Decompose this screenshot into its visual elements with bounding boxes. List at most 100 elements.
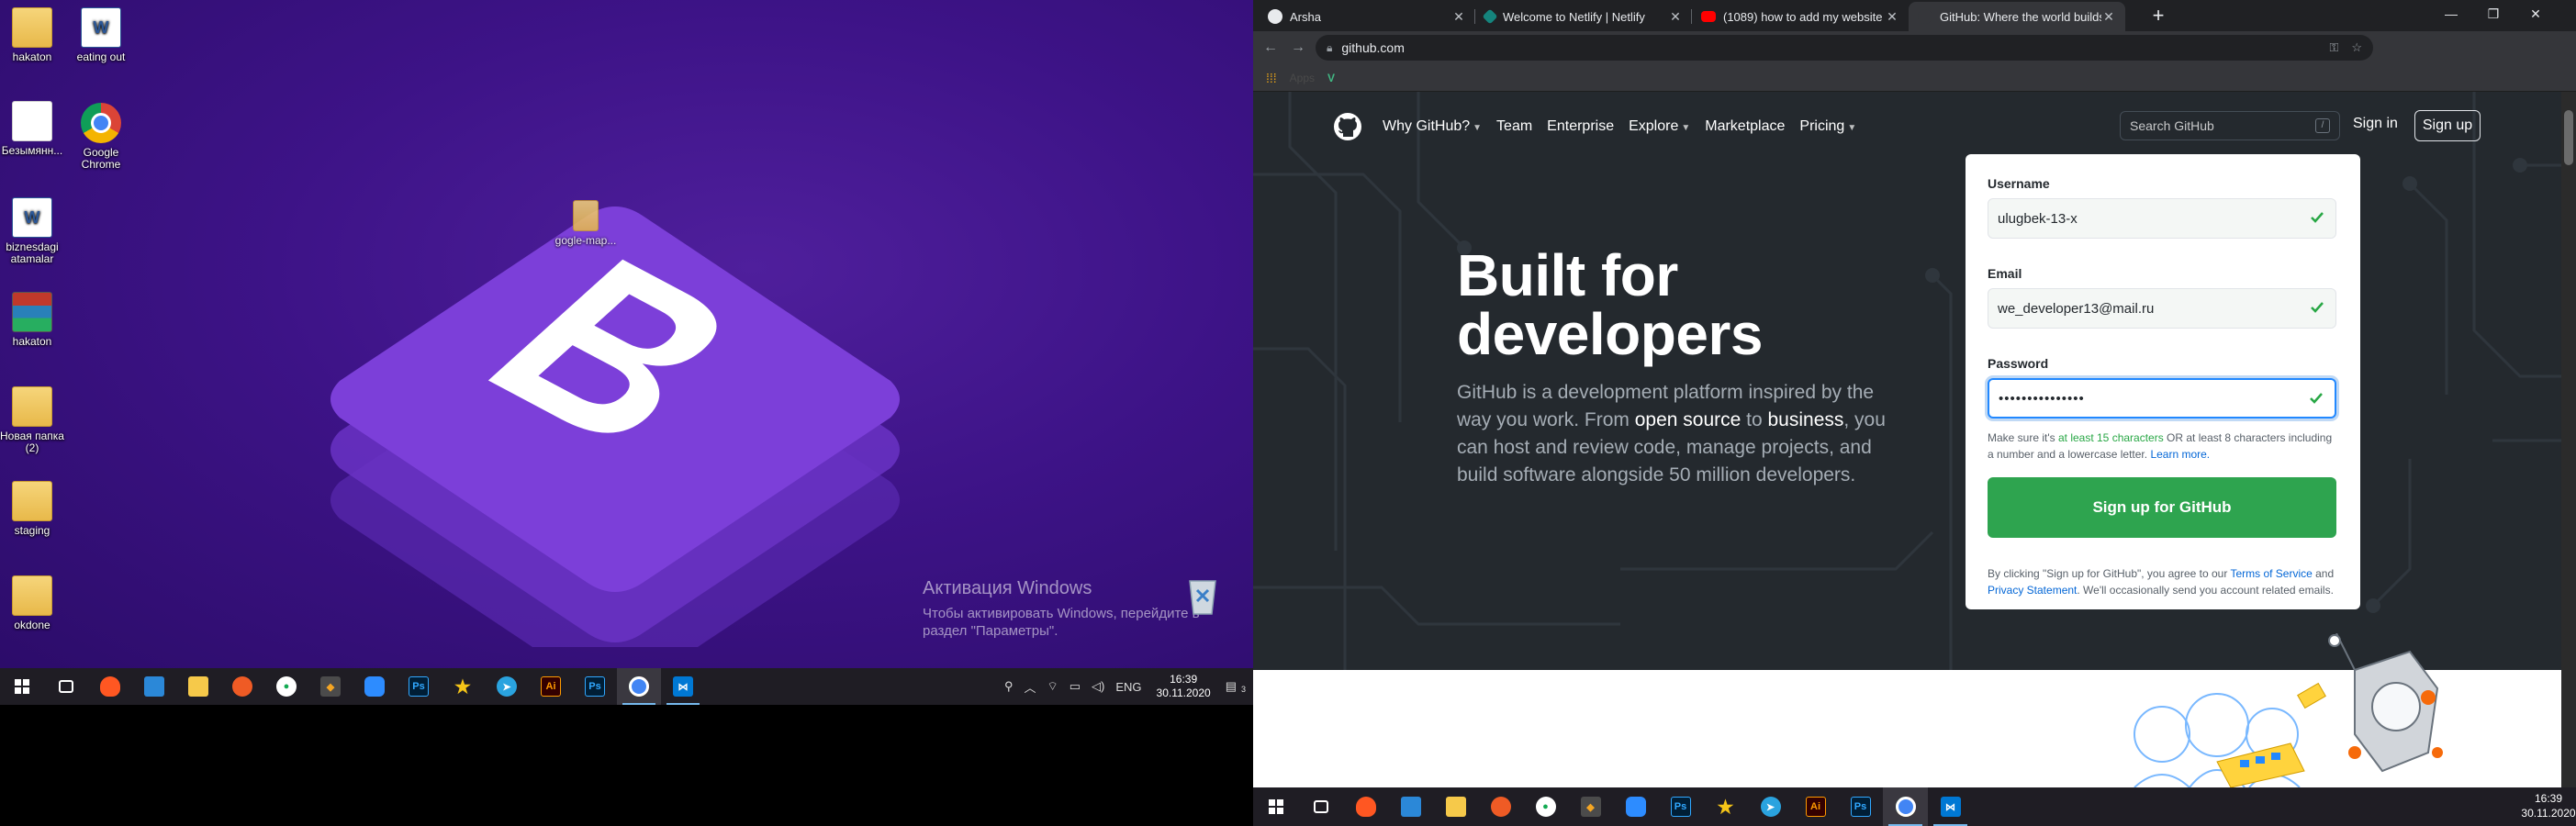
taskbar-app-postman[interactable] [1478, 787, 1523, 826]
telegram-icon: ➤ [1760, 797, 1781, 817]
taskbar-app-illustrator[interactable]: Ai [1793, 787, 1838, 826]
vue-bookmark-icon[interactable]: V [1327, 72, 1335, 84]
sign-in-link[interactable]: Sign in [2353, 116, 2398, 132]
taskbar-app-telegram[interactable]: ➤ [485, 668, 529, 705]
learn-more-link[interactable]: Learn more. [2150, 448, 2210, 461]
taskbar-app-explorer[interactable] [1433, 787, 1478, 826]
desktop-icon-hakaton-folder[interactable]: hakaton [0, 7, 67, 63]
battery-icon[interactable]: ▭ [1064, 679, 1086, 694]
dragged-desktop-icon[interactable]: gogle-map... [549, 200, 622, 247]
taskbar-app-chrome[interactable] [1883, 787, 1928, 826]
language-indicator[interactable]: ENG [1110, 680, 1147, 694]
key-icon[interactable]: ⚿ [2329, 40, 2338, 55]
taskbar-app-chrome[interactable] [617, 668, 661, 705]
bookmark-apps[interactable]: Apps [1290, 72, 1315, 84]
taskbar-app-mongodb[interactable]: ● [1523, 787, 1568, 826]
browser-tab-active[interactable]: GitHub: Where the world builds s ✕ [1909, 2, 2125, 31]
folder-icon [12, 7, 52, 48]
taskbar-app-installer[interactable] [132, 668, 176, 705]
hint-text: Make sure it's [1988, 431, 2058, 444]
nav-why-github[interactable]: Why GitHub? ▼ [1383, 118, 1482, 135]
sign-up-button[interactable]: Sign up [2414, 110, 2481, 141]
new-tab-button[interactable]: + [2145, 4, 2171, 29]
volume-icon[interactable]: ◁) [1086, 679, 1110, 694]
privacy-statement-link[interactable]: Privacy Statement [1988, 584, 2077, 597]
search-input[interactable]: Search GitHub / [2120, 111, 2340, 140]
taskbar-app-photoshop-2[interactable]: Ps [1838, 787, 1883, 826]
desktop-icon-untitled[interactable]: Безымянн... [0, 101, 67, 157]
start-button[interactable] [1253, 787, 1298, 826]
github-octocat-logo-icon[interactable] [1333, 112, 1362, 141]
taskbar-app-flame[interactable] [1343, 787, 1388, 826]
desktop-icon-biznesdagi[interactable]: W biznesdagi atamalar [0, 197, 67, 265]
desktop-icon-eating-out[interactable]: W eating out [66, 7, 136, 63]
desktop-icon-label: hakaton [12, 50, 52, 63]
close-tab-icon[interactable]: ✕ [1451, 9, 1466, 25]
close-tab-icon[interactable]: ✕ [1668, 9, 1683, 25]
browser-tab[interactable]: Welcome to Netlify | Netlify ✕ [1475, 2, 1692, 31]
sign-up-for-github-button[interactable]: Sign up for GitHub [1988, 477, 2336, 538]
forward-arrow-icon[interactable]: → [1284, 34, 1312, 61]
chrome-icon [1895, 797, 1916, 817]
nav-explore[interactable]: Explore ▼ [1629, 118, 1690, 135]
taskbar-app-telegram[interactable]: ➤ [1748, 787, 1793, 826]
desktop-icon-okdone[interactable]: okdone [0, 575, 67, 631]
clock-date: 30.11.2020 [1156, 686, 1211, 699]
chevron-up-icon[interactable]: ︿ [1018, 678, 1041, 696]
taskbar-app-explorer[interactable] [176, 668, 220, 705]
taskbar-app-zoom[interactable] [353, 668, 397, 705]
taskbar-clock[interactable]: 16:39 30.11.2020 [1148, 673, 1220, 700]
taskbar-app-photoshop-1[interactable]: Ps [397, 668, 441, 705]
taskbar-app-zoom[interactable] [1613, 787, 1658, 826]
desktop-icon-hakaton-rar[interactable]: hakaton [0, 292, 67, 348]
task-view-button[interactable] [44, 668, 88, 705]
page-scrollbar[interactable] [2561, 92, 2576, 787]
apps-grid-icon[interactable]: ⁞⁞⁞ [1266, 71, 1277, 85]
desktop-icon-new-folder[interactable]: Новая папка (2) [0, 386, 67, 454]
mongodb-leaf-icon: ● [1535, 797, 1556, 817]
browser-tab[interactable]: Arsha ✕ [1259, 2, 1475, 31]
nav-marketplace[interactable]: Marketplace [1705, 118, 1785, 135]
taskbar-app-installer[interactable] [1388, 787, 1433, 826]
people-icon[interactable]: ⚲ [999, 679, 1019, 694]
taskbar-clock[interactable]: 16:39 30.11.2020 [2521, 791, 2576, 820]
desktop[interactable]: hakaton W eating out Безымянн... Google … [0, 0, 1253, 668]
taskbar-app-sourcetree[interactable]: ◆ [1568, 787, 1613, 826]
terms-of-service-link[interactable]: Terms of Service [2230, 567, 2312, 580]
bookmark-star-icon[interactable]: ☆ [2351, 40, 2362, 55]
close-window-button[interactable]: ✕ [2514, 0, 2557, 28]
maximize-button[interactable]: ❐ [2472, 0, 2514, 28]
taskbar-app-star[interactable]: ★ [1703, 787, 1748, 826]
recycle-bin-icon[interactable] [1184, 574, 1221, 616]
taskbar-app-postman[interactable] [220, 668, 264, 705]
back-arrow-icon[interactable]: ← [1257, 34, 1284, 61]
address-bar[interactable]: 🔒︎ github.com ⚿ ☆ [1316, 35, 2373, 61]
desktop-icon-label: Новая папка (2) [0, 430, 64, 454]
taskbar-app-sourcetree[interactable]: ◆ [308, 668, 353, 705]
taskbar-app-flame[interactable] [88, 668, 132, 705]
network-icon[interactable]: ⌔ [1042, 679, 1064, 694]
close-tab-icon[interactable]: ✕ [2101, 9, 2116, 25]
taskbar-app-photoshop-2[interactable]: Ps [573, 668, 617, 705]
taskbar-app-vscode[interactable]: ⋈ [661, 668, 705, 705]
nav-pricing[interactable]: Pricing ▼ [1799, 118, 1856, 135]
browser-tab[interactable]: (1089) how to add my website to ✕ [1692, 2, 1909, 31]
close-tab-icon[interactable]: ✕ [1885, 9, 1899, 25]
scrollbar-thumb[interactable] [2564, 110, 2573, 165]
taskbar-app-star[interactable]: ★ [441, 668, 485, 705]
password-field[interactable]: ••••••••••••••• [1988, 378, 2336, 419]
taskbar-app-illustrator[interactable]: Ai [529, 668, 573, 705]
taskbar-app-vscode[interactable]: ⋈ [1928, 787, 1973, 826]
taskbar-app-mongodb[interactable]: ● [264, 668, 308, 705]
nav-team[interactable]: Team [1496, 118, 1532, 135]
email-field[interactable]: we_developer13@mail.ru [1988, 288, 2336, 329]
taskbar-app-photoshop-1[interactable]: Ps [1658, 787, 1703, 826]
username-field[interactable]: ulugbek-13-x [1988, 198, 2336, 239]
minimize-button[interactable]: — [2430, 0, 2472, 28]
task-view-button[interactable] [1298, 787, 1343, 826]
notifications-icon[interactable]: ▤ 3 [1220, 679, 1253, 694]
desktop-icon-google-chrome[interactable]: Google Chrome [66, 103, 136, 171]
start-button[interactable] [0, 668, 44, 705]
desktop-icon-staging[interactable]: staging [0, 481, 67, 537]
nav-enterprise[interactable]: Enterprise [1547, 118, 1614, 135]
